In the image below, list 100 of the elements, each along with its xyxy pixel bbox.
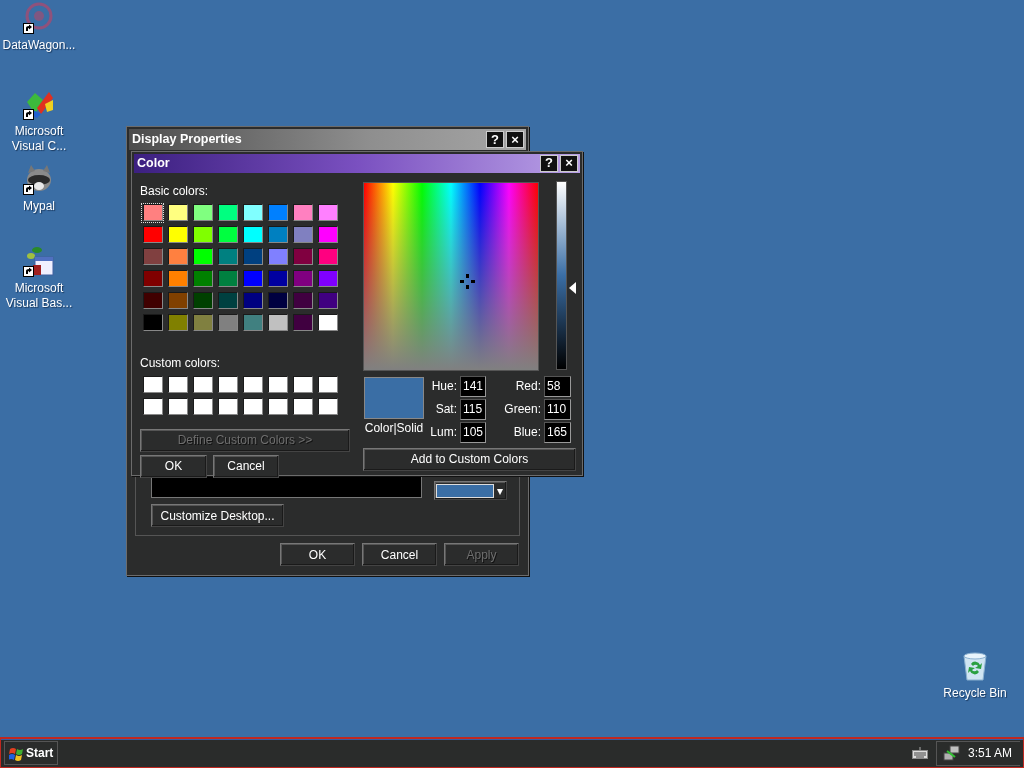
color-swatch[interactable] [242,314,263,332]
field-label: Sat: [434,401,457,419]
color-swatch[interactable] [267,226,288,244]
color-swatch[interactable] [142,292,163,310]
icon-label[interactable]: Recycle Bin [943,686,1007,701]
color-swatch[interactable] [192,376,213,394]
color-swatch[interactable] [317,314,338,332]
color-swatch[interactable] [242,248,263,266]
value-field[interactable]: 115 [460,398,486,420]
window-title: Display Properties [132,131,242,149]
dialog-button[interactable]: Cancel [213,454,279,478]
color-swatch[interactable] [167,314,188,332]
color-swatch[interactable] [292,248,313,266]
color-swatch[interactable] [317,248,338,266]
color-swatch[interactable] [167,292,188,310]
color-swatch[interactable] [317,204,338,222]
color-swatch[interactable] [242,292,263,310]
color-swatch[interactable] [267,270,288,288]
color-swatch[interactable] [142,248,163,266]
start-button[interactable]: Start [4,741,59,765]
color-swatch[interactable] [292,292,313,310]
color-swatch[interactable] [242,226,263,244]
icon-label[interactable]: Mypal [23,199,55,214]
value-field[interactable]: 165 [544,421,571,443]
color-swatch[interactable] [317,398,338,416]
field-label: Hue: [430,378,457,396]
dialog-button[interactable]: OK [140,454,207,478]
color-swatch[interactable] [317,226,338,244]
color-swatch[interactable] [267,398,288,416]
icon-label[interactable]: Microsoft Visual C... [0,124,78,154]
color-swatch[interactable] [292,314,313,332]
color-swatch[interactable] [267,314,288,332]
color-swatch[interactable] [317,270,338,288]
color-swatch[interactable] [167,270,188,288]
value-field[interactable]: 110 [544,398,571,420]
color-swatch[interactable] [192,270,213,288]
color-swatch[interactable] [217,270,238,288]
color-swatch[interactable] [192,248,213,266]
field-label: Lum: [429,424,457,442]
value-field[interactable]: 105 [460,421,486,443]
color-swatch[interactable] [142,270,163,288]
color-swatch[interactable] [242,376,263,394]
close-button[interactable]: × [506,131,524,148]
color-swatch[interactable] [142,314,163,332]
color-swatch[interactable] [267,204,288,222]
dialog-button[interactable]: OK [280,543,355,566]
color-swatch[interactable] [167,248,188,266]
color-swatch[interactable] [242,204,263,222]
help-button[interactable]: ? [540,154,558,172]
close-button[interactable]: × [560,154,578,172]
color-swatch[interactable] [317,376,338,394]
color-swatch[interactable] [142,376,163,394]
color-swatch[interactable] [192,226,213,244]
color-swatch[interactable] [292,226,313,244]
crosshair-icon[interactable] [460,274,476,290]
color-swatch[interactable] [242,270,263,288]
color-swatch[interactable] [217,314,238,332]
color-swatch[interactable] [142,204,163,222]
color-swatch[interactable] [217,248,238,266]
color-swatch[interactable] [292,270,313,288]
color-swatch[interactable] [267,292,288,310]
color-swatch[interactable] [217,398,238,416]
color-swatch[interactable] [267,248,288,266]
color-swatch[interactable] [317,292,338,310]
network-icon[interactable] [942,745,960,761]
field-label: Red: [514,378,541,396]
color-swatch[interactable] [217,292,238,310]
dialog-button[interactable]: Cancel [362,543,437,566]
icon-label[interactable]: DataWagon... [2,38,76,53]
color-swatch[interactable] [292,376,313,394]
color-swatch[interactable] [192,398,213,416]
color-swatch[interactable] [192,292,213,310]
color-swatch[interactable] [167,204,188,222]
color-swatch[interactable] [167,226,188,244]
color-swatch[interactable] [142,398,163,416]
add-to-custom-colors-button[interactable]: Add to Custom Colors [363,447,576,471]
color-swatch[interactable] [167,398,188,416]
slider-thumb[interactable] [569,282,577,295]
value-field[interactable]: 58 [544,375,571,397]
section-label: Basic colors: [140,182,210,200]
color-swatch[interactable] [142,226,163,244]
value-field[interactable]: 141 [460,375,486,397]
color-swatch[interactable] [167,376,188,394]
icon-label[interactable]: Microsoft Visual Bas... [0,281,78,311]
help-button[interactable]: ? [486,131,504,148]
color-swatch[interactable] [192,314,213,332]
field-label: Blue: [512,424,541,442]
color-picker-button[interactable]: ▾ [434,481,507,500]
keyboard-icon[interactable] [911,747,928,759]
color-swatch[interactable] [217,204,238,222]
customize-desktop-button[interactable]: Customize Desktop... [151,504,284,527]
color-swatch[interactable] [217,226,238,244]
color-swatch[interactable] [292,398,313,416]
field-label: Green: [503,401,541,419]
color-spectrum[interactable] [363,181,539,371]
color-swatch[interactable] [217,376,238,394]
color-swatch[interactable] [192,204,213,222]
color-swatch[interactable] [242,398,263,416]
color-swatch[interactable] [292,204,313,222]
color-swatch[interactable] [267,376,288,394]
